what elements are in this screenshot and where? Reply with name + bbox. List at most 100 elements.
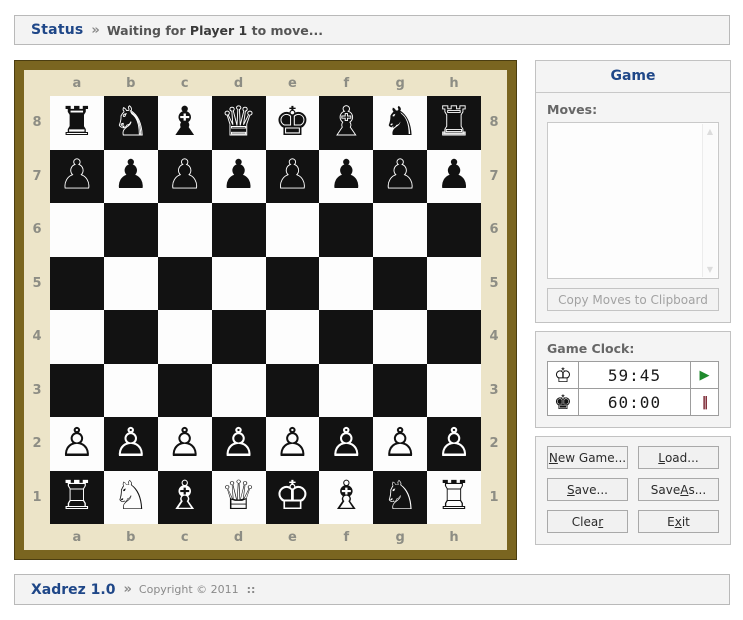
- exit-button[interactable]: Ex it: [638, 510, 719, 533]
- load-button[interactable]: Load...: [638, 446, 719, 469]
- scroll-down-icon[interactable]: ▼: [703, 262, 717, 277]
- square-c1[interactable]: ♗: [157, 470, 212, 524]
- piece-p-h7[interactable]: ♟: [436, 155, 472, 195]
- piece-P-d2[interactable]: ♙: [221, 423, 257, 463]
- clear-button[interactable]: Clea r: [547, 510, 628, 533]
- chess-board[interactable]: a b c d e f g h 8 7 6 5 4 3 2 1 ♜ ♞ ♝ ♛ ♚ ♝ ♞ ♜ ♟ ♟ ♟ ♟ ♟ ♟ ♟ ♟ ♙ ♙ ♙ ♙ ♙ ♙…: [24, 70, 507, 550]
- square-h8[interactable]: ♜: [427, 96, 481, 150]
- piece-P-b2[interactable]: ♙: [113, 423, 149, 463]
- scroll-up-icon[interactable]: ▲: [703, 124, 717, 139]
- square-a1[interactable]: ♖: [50, 470, 104, 524]
- square-d4[interactable]: [211, 310, 266, 364]
- square-d6[interactable]: [211, 203, 266, 257]
- square-b5[interactable]: [103, 256, 158, 310]
- square-e7[interactable]: ♟: [265, 149, 320, 203]
- square-c5[interactable]: [157, 256, 212, 310]
- piece-N-b1[interactable]: ♘: [113, 476, 149, 516]
- piece-p-f7[interactable]: ♟: [328, 155, 364, 195]
- square-b4[interactable]: [103, 310, 158, 364]
- square-b1[interactable]: ♘: [103, 470, 158, 524]
- piece-K-e1[interactable]: ♔: [275, 476, 311, 516]
- piece-P-g2[interactable]: ♙: [382, 423, 418, 463]
- new-game-button[interactable]: New Game...: [547, 446, 628, 469]
- black-clock-pause-icon[interactable]: ‖: [690, 388, 719, 416]
- square-h7[interactable]: ♟: [427, 149, 481, 203]
- square-d7[interactable]: ♟: [211, 149, 266, 203]
- square-g3[interactable]: [373, 363, 428, 417]
- square-c3[interactable]: [157, 363, 212, 417]
- piece-b-f8[interactable]: ♝: [328, 101, 365, 142]
- square-d1[interactable]: ♕: [211, 470, 266, 524]
- piece-p-a7[interactable]: ♟: [59, 155, 96, 196]
- square-e3[interactable]: [265, 363, 320, 417]
- square-h3[interactable]: [427, 363, 481, 417]
- square-e1[interactable]: ♔: [265, 470, 320, 524]
- square-d8[interactable]: ♛: [211, 96, 266, 150]
- square-a7[interactable]: ♟: [50, 149, 104, 203]
- piece-B-f1[interactable]: ♗: [328, 476, 364, 516]
- piece-P-c2[interactable]: ♙: [167, 423, 203, 463]
- moves-scrollbar[interactable]: ▲ ▼: [702, 124, 717, 277]
- piece-n-b8[interactable]: ♞: [112, 101, 149, 142]
- piece-N-g1[interactable]: ♘: [382, 476, 418, 516]
- piece-p-c7[interactable]: ♟: [166, 155, 203, 196]
- piece-k-e8[interactable]: ♚: [275, 102, 311, 142]
- square-g2[interactable]: ♙: [373, 417, 428, 471]
- square-c4[interactable]: [157, 310, 212, 364]
- square-e4[interactable]: [265, 310, 320, 364]
- piece-R-h1[interactable]: ♖: [436, 476, 472, 516]
- square-g4[interactable]: [373, 310, 428, 364]
- piece-B-c1[interactable]: ♗: [167, 476, 203, 516]
- piece-r-h8[interactable]: ♜: [436, 101, 473, 142]
- square-a4[interactable]: [50, 310, 104, 364]
- square-f7[interactable]: ♟: [319, 149, 374, 203]
- square-g7[interactable]: ♟: [373, 149, 428, 203]
- square-a5[interactable]: [50, 256, 104, 310]
- moves-input[interactable]: [548, 123, 718, 278]
- piece-q-d8[interactable]: ♛: [220, 101, 257, 142]
- board-squares[interactable]: ♜ ♞ ♝ ♛ ♚ ♝ ♞ ♜ ♟ ♟ ♟ ♟ ♟ ♟ ♟ ♟ ♙ ♙ ♙ ♙ ♙ ♙ ♙ ♙ ♖ ♘ ♗ ♕ ♔ ♗ ♘ ♖: [50, 96, 481, 524]
- square-e2[interactable]: ♙: [265, 417, 320, 471]
- square-f6[interactable]: [319, 203, 374, 257]
- moves-area[interactable]: ▲ ▼: [547, 122, 719, 279]
- square-g8[interactable]: ♞: [373, 96, 428, 150]
- piece-b-c8[interactable]: ♝: [167, 102, 203, 142]
- copy-moves-button[interactable]: Copy Moves to Clipboard: [547, 288, 719, 311]
- square-b3[interactable]: [103, 363, 158, 417]
- square-h2[interactable]: ♙: [427, 417, 481, 471]
- square-f1[interactable]: ♗: [319, 470, 374, 524]
- square-a3[interactable]: [50, 363, 104, 417]
- square-a6[interactable]: [50, 203, 104, 257]
- piece-P-e2[interactable]: ♙: [275, 423, 311, 463]
- piece-p-d7[interactable]: ♟: [221, 155, 257, 195]
- piece-P-a2[interactable]: ♙: [59, 423, 95, 463]
- square-d3[interactable]: [211, 363, 266, 417]
- piece-p-g7[interactable]: ♟: [382, 155, 419, 196]
- square-a2[interactable]: ♙: [50, 417, 104, 471]
- piece-r-a8[interactable]: ♜: [59, 102, 95, 142]
- square-f2[interactable]: ♙: [319, 417, 374, 471]
- piece-n-g8[interactable]: ♞: [382, 102, 418, 142]
- white-clock-play-icon[interactable]: ▶: [690, 361, 719, 389]
- square-e5[interactable]: [265, 256, 320, 310]
- square-f3[interactable]: [319, 363, 374, 417]
- square-b8[interactable]: ♞: [103, 96, 158, 150]
- save-button[interactable]: Save...: [547, 478, 628, 501]
- square-b6[interactable]: [103, 203, 158, 257]
- square-g6[interactable]: [373, 203, 428, 257]
- square-e6[interactable]: [265, 203, 320, 257]
- square-h1[interactable]: ♖: [427, 470, 481, 524]
- piece-Q-d1[interactable]: ♕: [221, 476, 257, 516]
- square-g5[interactable]: [373, 256, 428, 310]
- piece-p-b7[interactable]: ♟: [113, 155, 149, 195]
- square-h4[interactable]: [427, 310, 481, 364]
- square-e8[interactable]: ♚: [265, 96, 320, 150]
- piece-p-e7[interactable]: ♟: [274, 155, 311, 196]
- piece-P-f2[interactable]: ♙: [328, 423, 364, 463]
- square-c8[interactable]: ♝: [157, 96, 212, 150]
- square-c6[interactable]: [157, 203, 212, 257]
- square-f8[interactable]: ♝: [319, 96, 374, 150]
- square-f5[interactable]: [319, 256, 374, 310]
- square-a8[interactable]: ♜: [50, 96, 104, 150]
- square-g1[interactable]: ♘: [373, 470, 428, 524]
